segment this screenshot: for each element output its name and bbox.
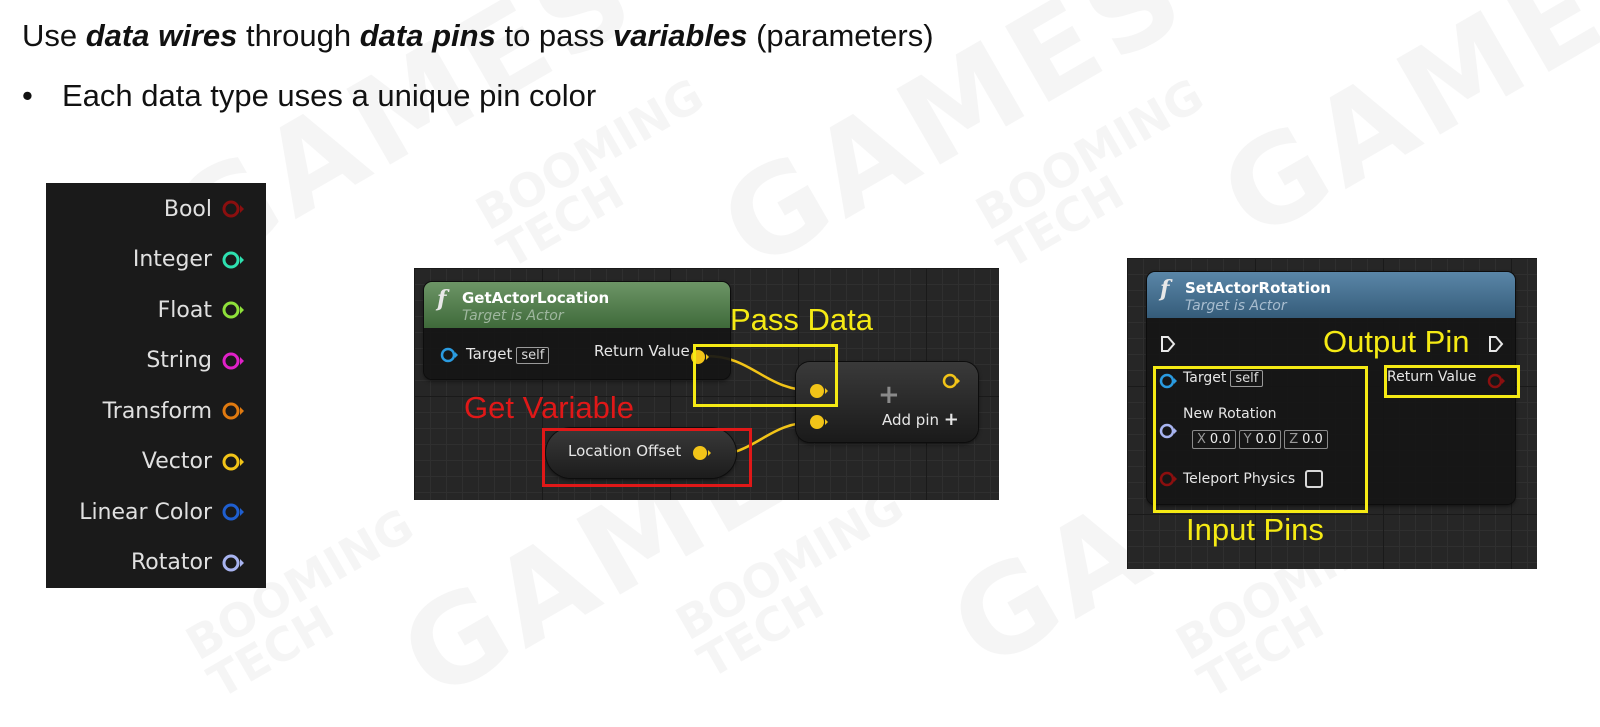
pin-type-label: Integer (132, 247, 212, 272)
pin-type-row: Rotator (131, 543, 248, 583)
pin-type-row: String (146, 341, 248, 381)
pass-data-annotation: Pass Data (730, 302, 874, 337)
pin-type-icon (222, 200, 244, 218)
node-title: GetActorLocation (462, 289, 610, 307)
pin-type-label: String (146, 348, 212, 373)
add-pin-plus-icon: + (943, 409, 959, 430)
target-pin-icon[interactable] (440, 346, 458, 364)
add-input-pin-b[interactable] (809, 413, 829, 431)
pin-type-label: Bool (163, 196, 212, 222)
pin-type-icon (222, 503, 244, 521)
bullet-text: Each data type uses a unique pin color (62, 78, 597, 113)
add-operator-icon: + (878, 380, 900, 410)
title-text: to pass (495, 18, 614, 53)
pass-data-highlight-box (693, 344, 838, 407)
add-pin-button[interactable]: Add pin + (882, 409, 959, 430)
get-variable-highlight-box (542, 428, 752, 487)
exec-output-pin-icon[interactable] (1487, 334, 1505, 354)
pin-type-label: Float (157, 297, 212, 323)
exec-input-pin-icon[interactable] (1159, 334, 1177, 354)
node-header: f SetActorRotation Target is Actor (1147, 272, 1515, 318)
watermark-games: GAMES (1199, 0, 1600, 267)
bullet-dot: • (22, 78, 33, 113)
node-subtitle: Target is Actor (462, 308, 564, 324)
pin-type-label: Transform (102, 398, 212, 424)
function-icon: f (1160, 276, 1170, 302)
title-text: Use (22, 18, 86, 53)
get-variable-annotation: Get Variable (464, 390, 635, 425)
return-value-label: Return Value (594, 342, 690, 360)
pin-type-row: Bool (164, 189, 248, 229)
title-emphasis: variables (613, 18, 748, 53)
pin-type-label: Vector (141, 449, 212, 474)
slide-title: Use data wires through data pins to pass… (22, 18, 934, 54)
pin-type-icon (222, 453, 244, 470)
pin-type-icon (222, 352, 244, 369)
add-output-pin-icon[interactable] (942, 372, 962, 390)
watermark-boomingtech: BOOMING TECH (669, 523, 860, 684)
output-pin-annotation: Output Pin (1323, 324, 1470, 359)
title-text: (parameters) (747, 18, 934, 53)
function-icon: f (437, 286, 447, 312)
node-title: SetActorRotation (1185, 279, 1331, 297)
pin-type-row: Float (158, 290, 248, 330)
pin-type-row: Vector (142, 442, 248, 482)
bullet-item: • Each data type uses a unique pin color (22, 78, 596, 114)
title-emphasis: data wires (85, 18, 238, 53)
pin-type-list: Bool Integer Float String Transform Vector Lin… (46, 183, 266, 588)
node-subtitle: Target is Actor (1185, 298, 1287, 314)
title-text: through (237, 18, 360, 53)
watermark-boomingtech: BOOMING TECH (969, 113, 1160, 274)
title-emphasis: data pins (359, 18, 496, 53)
watermark-boomingtech: BOOMING TECH (469, 113, 660, 274)
pin-type-icon (222, 554, 244, 571)
pin-type-label: Rotator (131, 550, 212, 575)
pin-type-icon (222, 251, 244, 268)
output-pin-highlight-box (1384, 365, 1520, 398)
pin-type-row: Linear Color (79, 492, 248, 532)
pin-type-icon (222, 301, 244, 319)
self-box: self (516, 347, 550, 364)
pin-type-icon (222, 402, 244, 420)
input-pins-highlight-box (1153, 366, 1368, 513)
pin-type-label: Linear Color (79, 499, 212, 525)
get-actor-location-node[interactable]: f GetActorLocation Target is Actor Targe… (424, 282, 730, 379)
pin-type-row: Transform (103, 391, 248, 431)
input-pins-annotation: Input Pins (1186, 512, 1324, 547)
pin-type-row: Integer (133, 240, 248, 280)
target-pin-label: Target self (466, 345, 550, 364)
node-header: f GetActorLocation Target is Actor (424, 282, 730, 328)
